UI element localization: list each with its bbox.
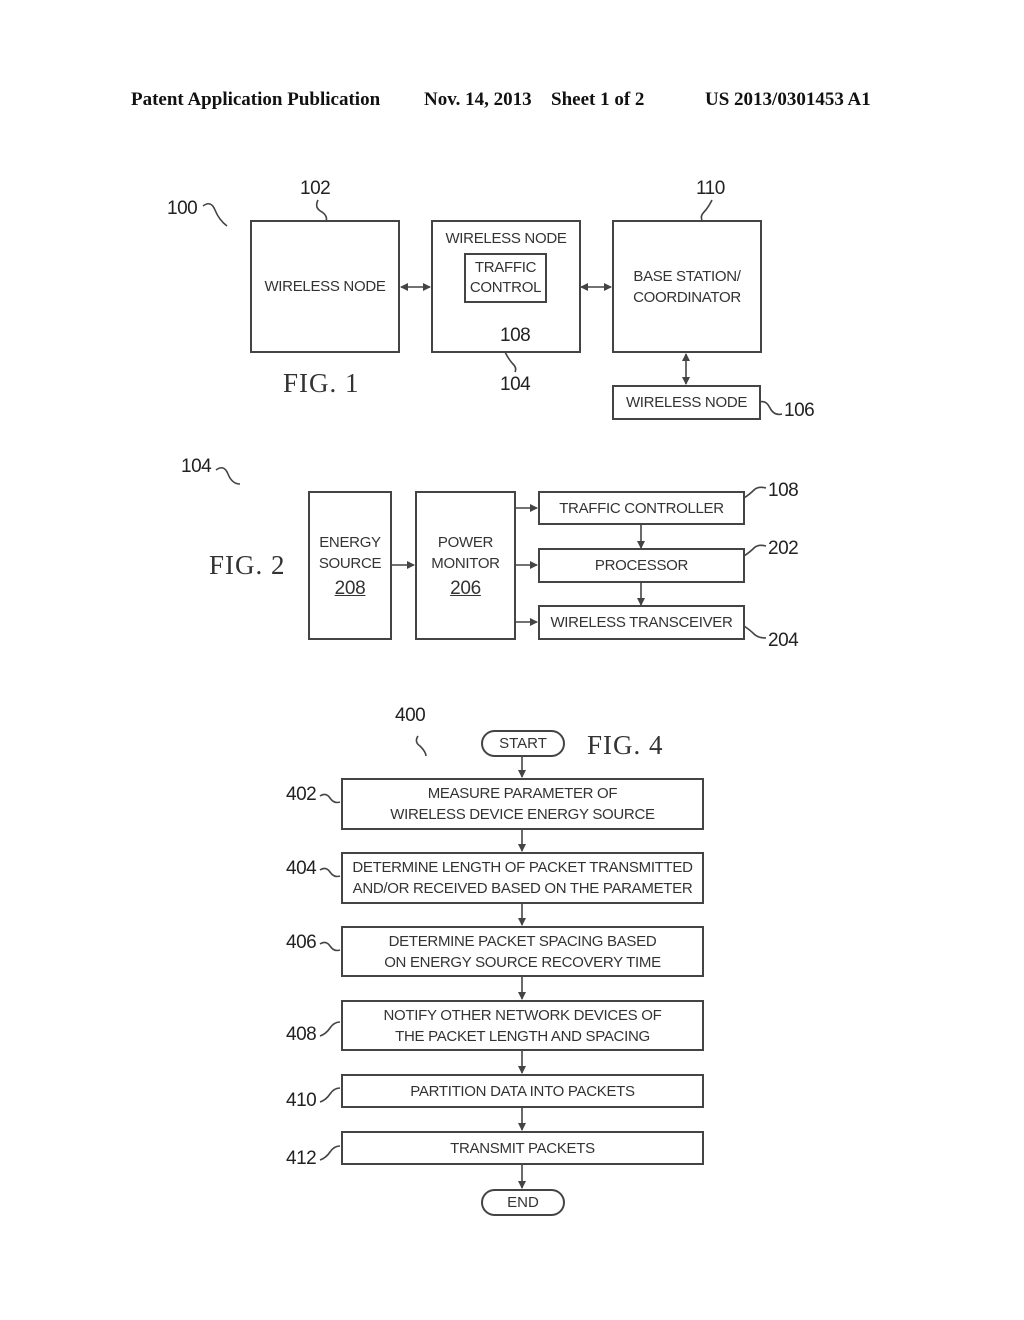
wireless-node-102: WIRELESS NODE — [250, 220, 400, 353]
step-408-line2: THE PACKET LENGTH AND SPACING — [395, 1027, 650, 1045]
wireless-transceiver-label: WIRELESS TRANSCEIVER — [550, 614, 733, 631]
ref-406: 406 — [286, 932, 317, 953]
step-402: MEASURE PARAMETER OF WIRELESS DEVICE ENE… — [341, 778, 704, 830]
ref-100: 100 — [167, 198, 198, 219]
ref-402: 402 — [286, 784, 317, 805]
wireless-node-104-label: WIRELESS NODE — [445, 230, 567, 247]
step-404-line2: AND/OR RECEIVED BASED ON THE PARAMETER — [352, 880, 693, 897]
power-monitor-206: POWER MONITOR 206 — [415, 491, 516, 640]
start-label: START — [499, 735, 547, 752]
step-402-line2: WIRELESS DEVICE ENERGY SOURCE — [390, 806, 655, 823]
fig4-title: FIG. 4 — [587, 730, 664, 760]
ref-412: 412 — [286, 1148, 317, 1169]
ref-110: 110 — [696, 178, 725, 199]
leader-400 — [415, 735, 427, 757]
leader-204 — [743, 625, 767, 639]
base-station-line1: BASE STATION/ — [633, 267, 741, 285]
ref-fig2-104: 104 — [181, 456, 212, 477]
leader-410 — [319, 1087, 341, 1103]
wireless-node-106-label: WIRELESS NODE — [625, 394, 748, 411]
step-410: PARTITION DATA INTO PACKETS — [341, 1074, 704, 1108]
traffic-control-line2: CONTROL — [469, 279, 542, 296]
ref-fig2-108: 108 — [768, 480, 799, 501]
leader-202 — [743, 544, 767, 557]
ref-404: 404 — [286, 858, 317, 879]
step-410-line1: PARTITION DATA INTO PACKETS — [410, 1082, 635, 1100]
leader-110 — [700, 199, 713, 221]
ref-410: 410 — [286, 1090, 317, 1111]
step-402-line1: MEASURE PARAMETER OF — [427, 785, 618, 802]
processor-label: PROCESSOR — [594, 557, 689, 574]
fig1-title: FIG. 1 — [283, 368, 360, 398]
leader-fig2-108 — [743, 486, 767, 499]
leader-402 — [319, 793, 341, 804]
traffic-control-108: TRAFFIC CONTROL — [464, 253, 547, 303]
ref-104: 104 — [500, 374, 531, 395]
step-412-line1: TRANSMIT PACKETS — [450, 1139, 595, 1157]
end-label: END — [507, 1194, 539, 1211]
leader-412 — [319, 1145, 341, 1161]
leader-106 — [759, 400, 783, 416]
traffic-controller-108: TRAFFIC CONTROLLER — [538, 491, 745, 525]
fig2-title: FIG. 2 — [209, 550, 286, 580]
ref-206: 206 — [450, 578, 481, 599]
leader-406 — [319, 941, 341, 952]
step-406-line2: ON ENERGY SOURCE RECOVERY TIME — [384, 953, 661, 971]
step-412: TRANSMIT PACKETS — [341, 1131, 704, 1165]
ref-108: 108 — [500, 325, 531, 346]
ref-204: 204 — [768, 630, 799, 651]
base-station-110: BASE STATION/ COORDINATOR — [612, 220, 762, 353]
end-terminal: END — [481, 1189, 565, 1216]
traffic-control-line1: TRAFFIC — [474, 259, 537, 276]
energy-source-line1: ENERGY — [319, 534, 381, 551]
step-404: DETERMINE LENGTH OF PACKET TRANSMITTED A… — [341, 852, 704, 904]
wireless-transceiver-204: WIRELESS TRANSCEIVER — [538, 605, 745, 640]
leader-102 — [315, 199, 328, 223]
wireless-node-102-label: WIRELESS NODE — [264, 278, 386, 295]
energy-source-line2: SOURCE — [318, 555, 382, 572]
wireless-node-106: WIRELESS NODE — [612, 385, 761, 420]
processor-202: PROCESSOR — [538, 548, 745, 583]
leader-fig2-104 — [215, 466, 241, 485]
ref-408: 408 — [286, 1024, 317, 1045]
start-terminal: START — [481, 730, 565, 757]
power-monitor-line2: MONITOR — [431, 555, 500, 572]
step-406-line1: DETERMINE PACKET SPACING BASED — [388, 932, 657, 950]
step-406: DETERMINE PACKET SPACING BASED ON ENERGY… — [341, 926, 704, 977]
ref-102: 102 — [300, 178, 331, 199]
step-408: NOTIFY OTHER NETWORK DEVICES OF THE PACK… — [341, 1000, 704, 1051]
step-404-line1: DETERMINE LENGTH OF PACKET TRANSMITTED — [352, 859, 693, 876]
step-408-line1: NOTIFY OTHER NETWORK DEVICES OF — [383, 1006, 662, 1024]
power-monitor-line1: POWER — [437, 534, 494, 551]
ref-202: 202 — [768, 538, 799, 559]
energy-source-208: ENERGY SOURCE 208 — [308, 491, 392, 640]
connector-lines — [202, 199, 783, 1189]
traffic-controller-label: TRAFFIC CONTROLLER — [559, 499, 724, 517]
ref-208: 208 — [334, 578, 366, 599]
ref-400: 400 — [395, 705, 426, 726]
leader-408 — [319, 1021, 341, 1037]
base-station-line2: COORDINATOR — [633, 288, 741, 306]
ref-106: 106 — [784, 400, 815, 421]
leader-404 — [319, 867, 341, 878]
leader-100 — [202, 202, 228, 227]
leader-104 — [504, 351, 517, 373]
